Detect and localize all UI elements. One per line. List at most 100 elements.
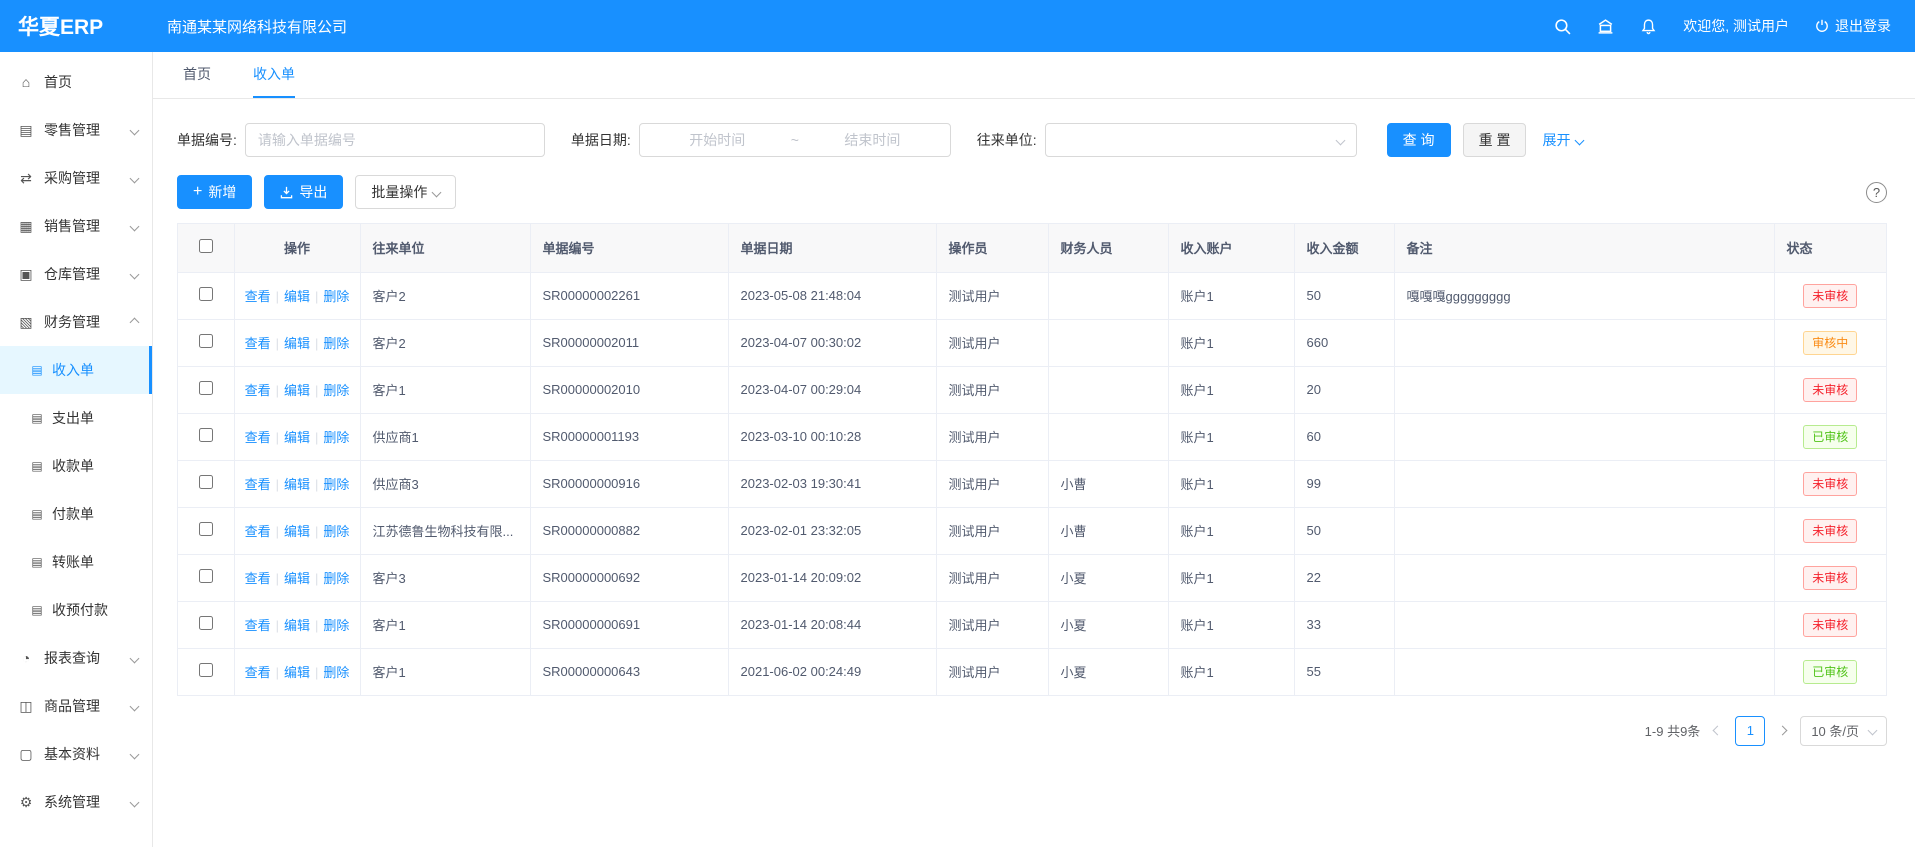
cell-account: 账户1 xyxy=(1168,648,1294,695)
tab-home[interactable]: 首页 xyxy=(183,52,211,98)
search-button[interactable]: 查 询 xyxy=(1387,123,1451,157)
cell-amount: 60 xyxy=(1294,413,1394,460)
cell-date: 2023-01-14 20:09:02 xyxy=(728,554,936,601)
pagination-total: 1-9 共9条 xyxy=(1645,721,1701,740)
add-button[interactable]: + 新增 xyxy=(177,175,252,209)
action-delete-link[interactable]: 删除 xyxy=(323,383,349,398)
date-range-picker[interactable]: ~ xyxy=(639,123,951,157)
action-edit-link[interactable]: 编辑 xyxy=(284,336,310,351)
welcome-text[interactable]: 欢迎您, 测试用户 xyxy=(1683,16,1789,36)
basic-icon: ▢ xyxy=(18,746,34,763)
sidebar-item-home[interactable]: ⌂首页 xyxy=(0,58,152,106)
export-button[interactable]: 导出 xyxy=(264,175,343,209)
row-checkbox[interactable] xyxy=(199,287,213,301)
action-edit-link[interactable]: 编辑 xyxy=(284,524,310,539)
row-actions-cell: 查看|编辑|删除 xyxy=(234,319,360,366)
action-separator: | xyxy=(276,383,279,398)
action-edit-link[interactable]: 编辑 xyxy=(284,477,310,492)
cell-operator: 测试用户 xyxy=(936,554,1048,601)
bill-no-input[interactable] xyxy=(245,123,545,157)
row-checkbox[interactable] xyxy=(199,616,213,630)
sidebar-submenu-finance: ▤收入单▤支出单▤收款单▤付款单▤转账单▤收预付款 xyxy=(0,346,152,634)
sidebar-item-system[interactable]: ⚙系统管理 xyxy=(0,778,152,826)
row-checkbox[interactable] xyxy=(199,334,213,348)
cell-account: 账户1 xyxy=(1168,554,1294,601)
cell-remark xyxy=(1394,366,1774,413)
action-view-link[interactable]: 查看 xyxy=(245,430,271,445)
sidebar-subitem-advance-receipt[interactable]: ▤收预付款 xyxy=(0,586,152,634)
next-page-button[interactable] xyxy=(1777,727,1788,734)
action-view-link[interactable]: 查看 xyxy=(245,571,271,586)
tab-income-bill[interactable]: 收入单 xyxy=(253,52,295,98)
reset-button[interactable]: 重 置 xyxy=(1463,123,1527,157)
current-page-button[interactable]: 1 xyxy=(1735,716,1765,746)
action-edit-link[interactable]: 编辑 xyxy=(284,383,310,398)
action-edit-link[interactable]: 编辑 xyxy=(284,618,310,633)
sidebar-item-report[interactable]: ◔报表查询 xyxy=(0,634,152,682)
action-edit-link[interactable]: 编辑 xyxy=(284,430,310,445)
row-checkbox[interactable] xyxy=(199,569,213,583)
app-logo[interactable]: 华夏ERP xyxy=(0,11,153,41)
goods-icon: ◫ xyxy=(18,698,34,715)
row-checkbox[interactable] xyxy=(199,381,213,395)
action-view-link[interactable]: 查看 xyxy=(245,336,271,351)
cell-bill_no: SR00000000882 xyxy=(530,507,728,554)
sidebar-subitem-income-bill[interactable]: ▤收入单 xyxy=(0,346,152,394)
row-checkbox[interactable] xyxy=(199,663,213,677)
row-checkbox[interactable] xyxy=(199,522,213,536)
cell-date: 2023-02-01 23:32:05 xyxy=(728,507,936,554)
page-size-select[interactable]: 10 条/页 xyxy=(1800,716,1887,746)
sidebar-subitem-receipt-bill[interactable]: ▤收款单 xyxy=(0,442,152,490)
action-separator: | xyxy=(276,336,279,351)
action-edit-link[interactable]: 编辑 xyxy=(284,665,310,680)
prev-page-button[interactable] xyxy=(1712,727,1723,734)
bell-icon[interactable] xyxy=(1640,18,1657,35)
column-header-status: 状态 xyxy=(1774,224,1886,272)
sidebar-subitem-expense-bill[interactable]: ▤支出单 xyxy=(0,394,152,442)
action-delete-link[interactable]: 删除 xyxy=(323,336,349,351)
bank-icon[interactable] xyxy=(1597,18,1614,35)
date-end-input[interactable] xyxy=(805,132,940,148)
action-delete-link[interactable]: 删除 xyxy=(323,571,349,586)
cell-bill_no: SR00000000692 xyxy=(530,554,728,601)
action-view-link[interactable]: 查看 xyxy=(245,383,271,398)
action-view-link[interactable]: 查看 xyxy=(245,477,271,492)
sidebar-subitem-transfer-bill[interactable]: ▤转账单 xyxy=(0,538,152,586)
logout-button[interactable]: 退出登录 xyxy=(1815,16,1891,36)
search-icon[interactable] xyxy=(1554,18,1571,35)
action-delete-link[interactable]: 删除 xyxy=(323,477,349,492)
partner-select[interactable] xyxy=(1045,123,1357,157)
cell-amount: 55 xyxy=(1294,648,1394,695)
action-view-link[interactable]: 查看 xyxy=(245,524,271,539)
sidebar-item-purchase[interactable]: ⇄采购管理 xyxy=(0,154,152,202)
action-delete-link[interactable]: 删除 xyxy=(323,289,349,304)
sidebar-item-basic[interactable]: ▢基本资料 xyxy=(0,730,152,778)
sidebar-item-retail[interactable]: ▤零售管理 xyxy=(0,106,152,154)
row-checkbox[interactable] xyxy=(199,475,213,489)
expand-link[interactable]: 展开 xyxy=(1542,130,1583,150)
action-delete-link[interactable]: 删除 xyxy=(323,618,349,633)
sidebar-item-finance[interactable]: ▧财务管理 xyxy=(0,298,152,346)
help-icon[interactable]: ? xyxy=(1866,182,1887,203)
action-delete-link[interactable]: 删除 xyxy=(323,524,349,539)
select-all-checkbox[interactable] xyxy=(199,239,213,253)
sidebar-subitem-payment-bill[interactable]: ▤付款单 xyxy=(0,490,152,538)
batch-actions-button[interactable]: 批量操作 xyxy=(355,175,456,209)
action-edit-link[interactable]: 编辑 xyxy=(284,571,310,586)
cell-operator: 测试用户 xyxy=(936,319,1048,366)
action-edit-link[interactable]: 编辑 xyxy=(284,289,310,304)
action-delete-link[interactable]: 删除 xyxy=(323,430,349,445)
action-view-link[interactable]: 查看 xyxy=(245,665,271,680)
action-view-link[interactable]: 查看 xyxy=(245,289,271,304)
sidebar-item-sales[interactable]: ▦销售管理 xyxy=(0,202,152,250)
sidebar-item-warehouse[interactable]: ▣仓库管理 xyxy=(0,250,152,298)
row-checkbox[interactable] xyxy=(199,428,213,442)
cell-bill_no: SR00000000643 xyxy=(530,648,728,695)
export-label: 导出 xyxy=(299,182,327,202)
status-badge: 已审核 xyxy=(1803,425,1857,449)
chevron-down-icon xyxy=(130,653,140,663)
action-view-link[interactable]: 查看 xyxy=(245,618,271,633)
action-delete-link[interactable]: 删除 xyxy=(323,665,349,680)
sidebar-item-goods[interactable]: ◫商品管理 xyxy=(0,682,152,730)
date-start-input[interactable] xyxy=(650,132,785,148)
